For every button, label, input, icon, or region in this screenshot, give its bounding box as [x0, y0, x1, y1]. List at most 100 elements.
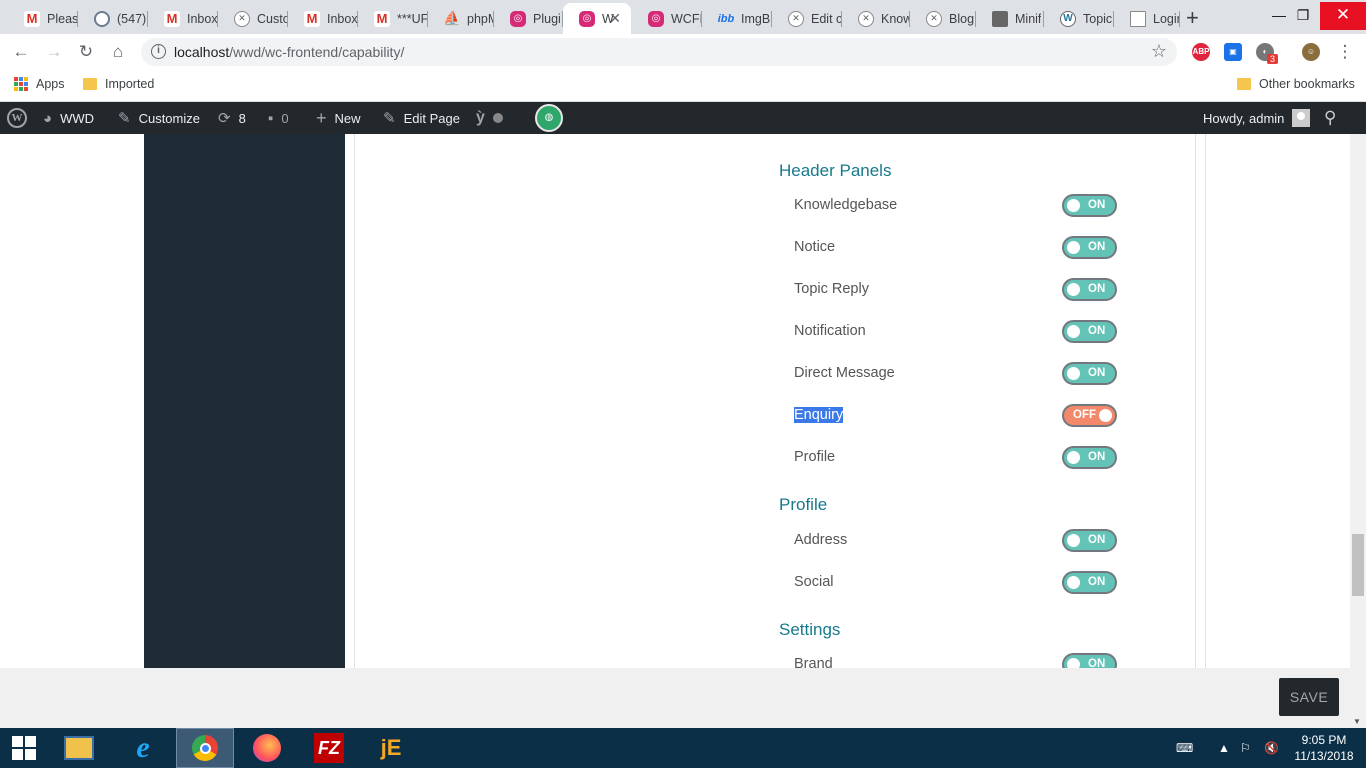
home-button[interactable]: ⌂	[107, 41, 129, 63]
scrollbar-thumb[interactable]	[1352, 534, 1364, 596]
network-icon[interactable]: ⚐	[1240, 728, 1251, 768]
reload-button[interactable]: ↻	[75, 41, 97, 63]
taskbar-chrome[interactable]	[176, 728, 234, 768]
option-label: Notice	[794, 239, 836, 255]
close-window-button[interactable]: ✕	[1320, 2, 1366, 30]
volume-icon[interactable]: 🔇	[1264, 728, 1279, 768]
browser-tab[interactable]: ✕ Know	[842, 3, 910, 34]
new-content-menu[interactable]: + New	[316, 102, 361, 134]
customize-menu[interactable]: ✎ Customize	[118, 102, 200, 134]
option-toggle[interactable]: ON	[1062, 362, 1117, 385]
taskbar-clock[interactable]: 9:05 PM 11/13/2018	[1290, 732, 1358, 764]
plugin-avatar-icon: ◍	[535, 104, 563, 132]
url-text[interactable]: localhost/wwd/wc-frontend/capability/	[174, 44, 404, 60]
browser-tab[interactable]: ◎ Plugi	[494, 3, 563, 34]
option-toggle[interactable]: ON	[1062, 653, 1117, 668]
start-button[interactable]	[0, 728, 48, 768]
yoast-menu[interactable]: ỳ	[476, 102, 503, 134]
taskbar-firefox[interactable]	[238, 728, 296, 768]
browser-tab[interactable]: M Inbox	[148, 3, 218, 34]
plugin-badge-menu[interactable]: ◍	[535, 102, 563, 134]
browser-tab[interactable]: M Pleas	[8, 3, 78, 34]
save-button[interactable]: SAVE	[1279, 678, 1339, 716]
back-button[interactable]: ←	[10, 41, 32, 63]
browser-tab[interactable]: Login	[1114, 3, 1180, 34]
bookmark-other-label: Other bookmarks	[1259, 77, 1355, 91]
browser-tab[interactable]: ✕ Custo	[218, 3, 288, 34]
tab-title: Custo	[257, 11, 288, 26]
browser-tab[interactable]: ◎ W ✕	[563, 3, 631, 34]
browser-tab[interactable]: ◎ (547)	[78, 3, 148, 34]
option-toggle[interactable]: ON	[1062, 278, 1117, 301]
avatar	[1292, 109, 1311, 127]
site-info-icon[interactable]: i	[151, 44, 166, 59]
windows-logo-icon	[12, 736, 36, 760]
option-toggle[interactable]: ON	[1062, 236, 1117, 259]
chrome-menu-icon[interactable]: ⋮	[1334, 41, 1356, 63]
toggle-state: ON	[1088, 451, 1106, 463]
toggle-knob	[1067, 658, 1080, 668]
browser-tab[interactable]: ✕ Edit c	[772, 3, 842, 34]
wp-logo-button[interactable]: W	[7, 102, 27, 134]
taskbar-file-explorer[interactable]	[50, 728, 108, 768]
screenshot-extension-icon[interactable]: ▣	[1224, 43, 1242, 61]
browser-tab[interactable]: ⛵ phpM	[428, 3, 494, 34]
new-label: New	[334, 110, 361, 126]
option-toggle[interactable]: ON	[1062, 320, 1117, 343]
toggle-state: ON	[1088, 199, 1106, 211]
forward-button[interactable]: →	[43, 41, 65, 63]
keyboard-icon[interactable]: ⌨	[1176, 728, 1193, 768]
dashboard-icon: ◕	[43, 109, 53, 127]
option-label: Knowledgebase	[794, 197, 898, 213]
browser-tab[interactable]: ◎ WCFI	[632, 3, 702, 34]
taskbar-filezilla[interactable]: FZ	[300, 728, 358, 768]
my-account-menu[interactable]: Howdy, admin	[1203, 102, 1311, 134]
comments-menu[interactable]: ▪ 0	[268, 102, 289, 134]
wordpress-icon: W	[1060, 10, 1076, 27]
apps-grid-icon	[14, 77, 28, 91]
browser-tab[interactable]: ✕ Blog	[910, 3, 976, 34]
bookmark-star-icon[interactable]: ☆	[1151, 41, 1167, 62]
taskbar-jedit[interactable]: jE	[362, 728, 420, 768]
tab-title: Know	[881, 11, 910, 26]
browser-tab[interactable]: M Inbox	[288, 3, 358, 34]
taskbar-internet-explorer[interactable]: e	[114, 728, 172, 768]
browser-tab[interactable]: W Topic	[1044, 3, 1114, 34]
page-scrollbar[interactable]: ▼	[1350, 134, 1366, 728]
toggle-state: ON	[1088, 367, 1106, 379]
phpmyadmin-icon: ⛵	[443, 10, 461, 26]
site-name-label: WWD	[60, 110, 94, 126]
toggle-state: OFF	[1073, 409, 1096, 421]
profile-avatar-icon[interactable]: ☺	[1302, 43, 1320, 61]
option-label: Direct Message	[794, 365, 895, 381]
search-button[interactable]: ⚲	[1324, 102, 1344, 134]
tab-title: ImgB	[741, 11, 771, 26]
adblock-extension-icon[interactable]: ABP	[1192, 43, 1210, 61]
tab-title: Blog	[949, 11, 975, 26]
option-toggle[interactable]: ON	[1062, 446, 1117, 469]
show-hidden-icons[interactable]: ▲	[1218, 728, 1230, 768]
address-bar[interactable]: i localhost/wwd/wc-frontend/capability/ …	[141, 38, 1177, 66]
bookmark-imported[interactable]: Imported	[83, 77, 154, 91]
new-tab-button[interactable]: +	[1186, 5, 1199, 31]
browser-tab[interactable]: Minif	[976, 3, 1044, 34]
option-toggle[interactable]: OFF	[1062, 404, 1117, 427]
bookmark-apps[interactable]: Apps	[14, 77, 65, 91]
browser-tab[interactable]: ibb ImgB	[702, 3, 772, 34]
edit-page-menu[interactable]: ✎ Edit Page	[383, 102, 460, 134]
section-title: Profile	[779, 495, 828, 514]
comment-icon: ▪	[268, 109, 274, 127]
comments-count: 0	[281, 110, 289, 126]
toggle-knob	[1067, 576, 1080, 589]
browser-tab[interactable]: M ***UF	[358, 3, 428, 34]
option-toggle[interactable]: ON	[1062, 571, 1117, 594]
updates-menu[interactable]: ⟳ 8	[218, 102, 246, 134]
toggle-knob	[1067, 325, 1080, 338]
close-tab-icon[interactable]: ✕	[609, 10, 621, 27]
option-toggle[interactable]: ON	[1062, 529, 1117, 552]
scroll-down-arrow[interactable]: ▼	[1353, 717, 1361, 726]
site-name-menu[interactable]: ◕ WWD	[43, 102, 94, 134]
option-toggle[interactable]: ON	[1062, 194, 1117, 217]
imgbb-icon: ibb	[717, 12, 735, 25]
bookmark-other[interactable]: Other bookmarks	[1237, 77, 1355, 91]
